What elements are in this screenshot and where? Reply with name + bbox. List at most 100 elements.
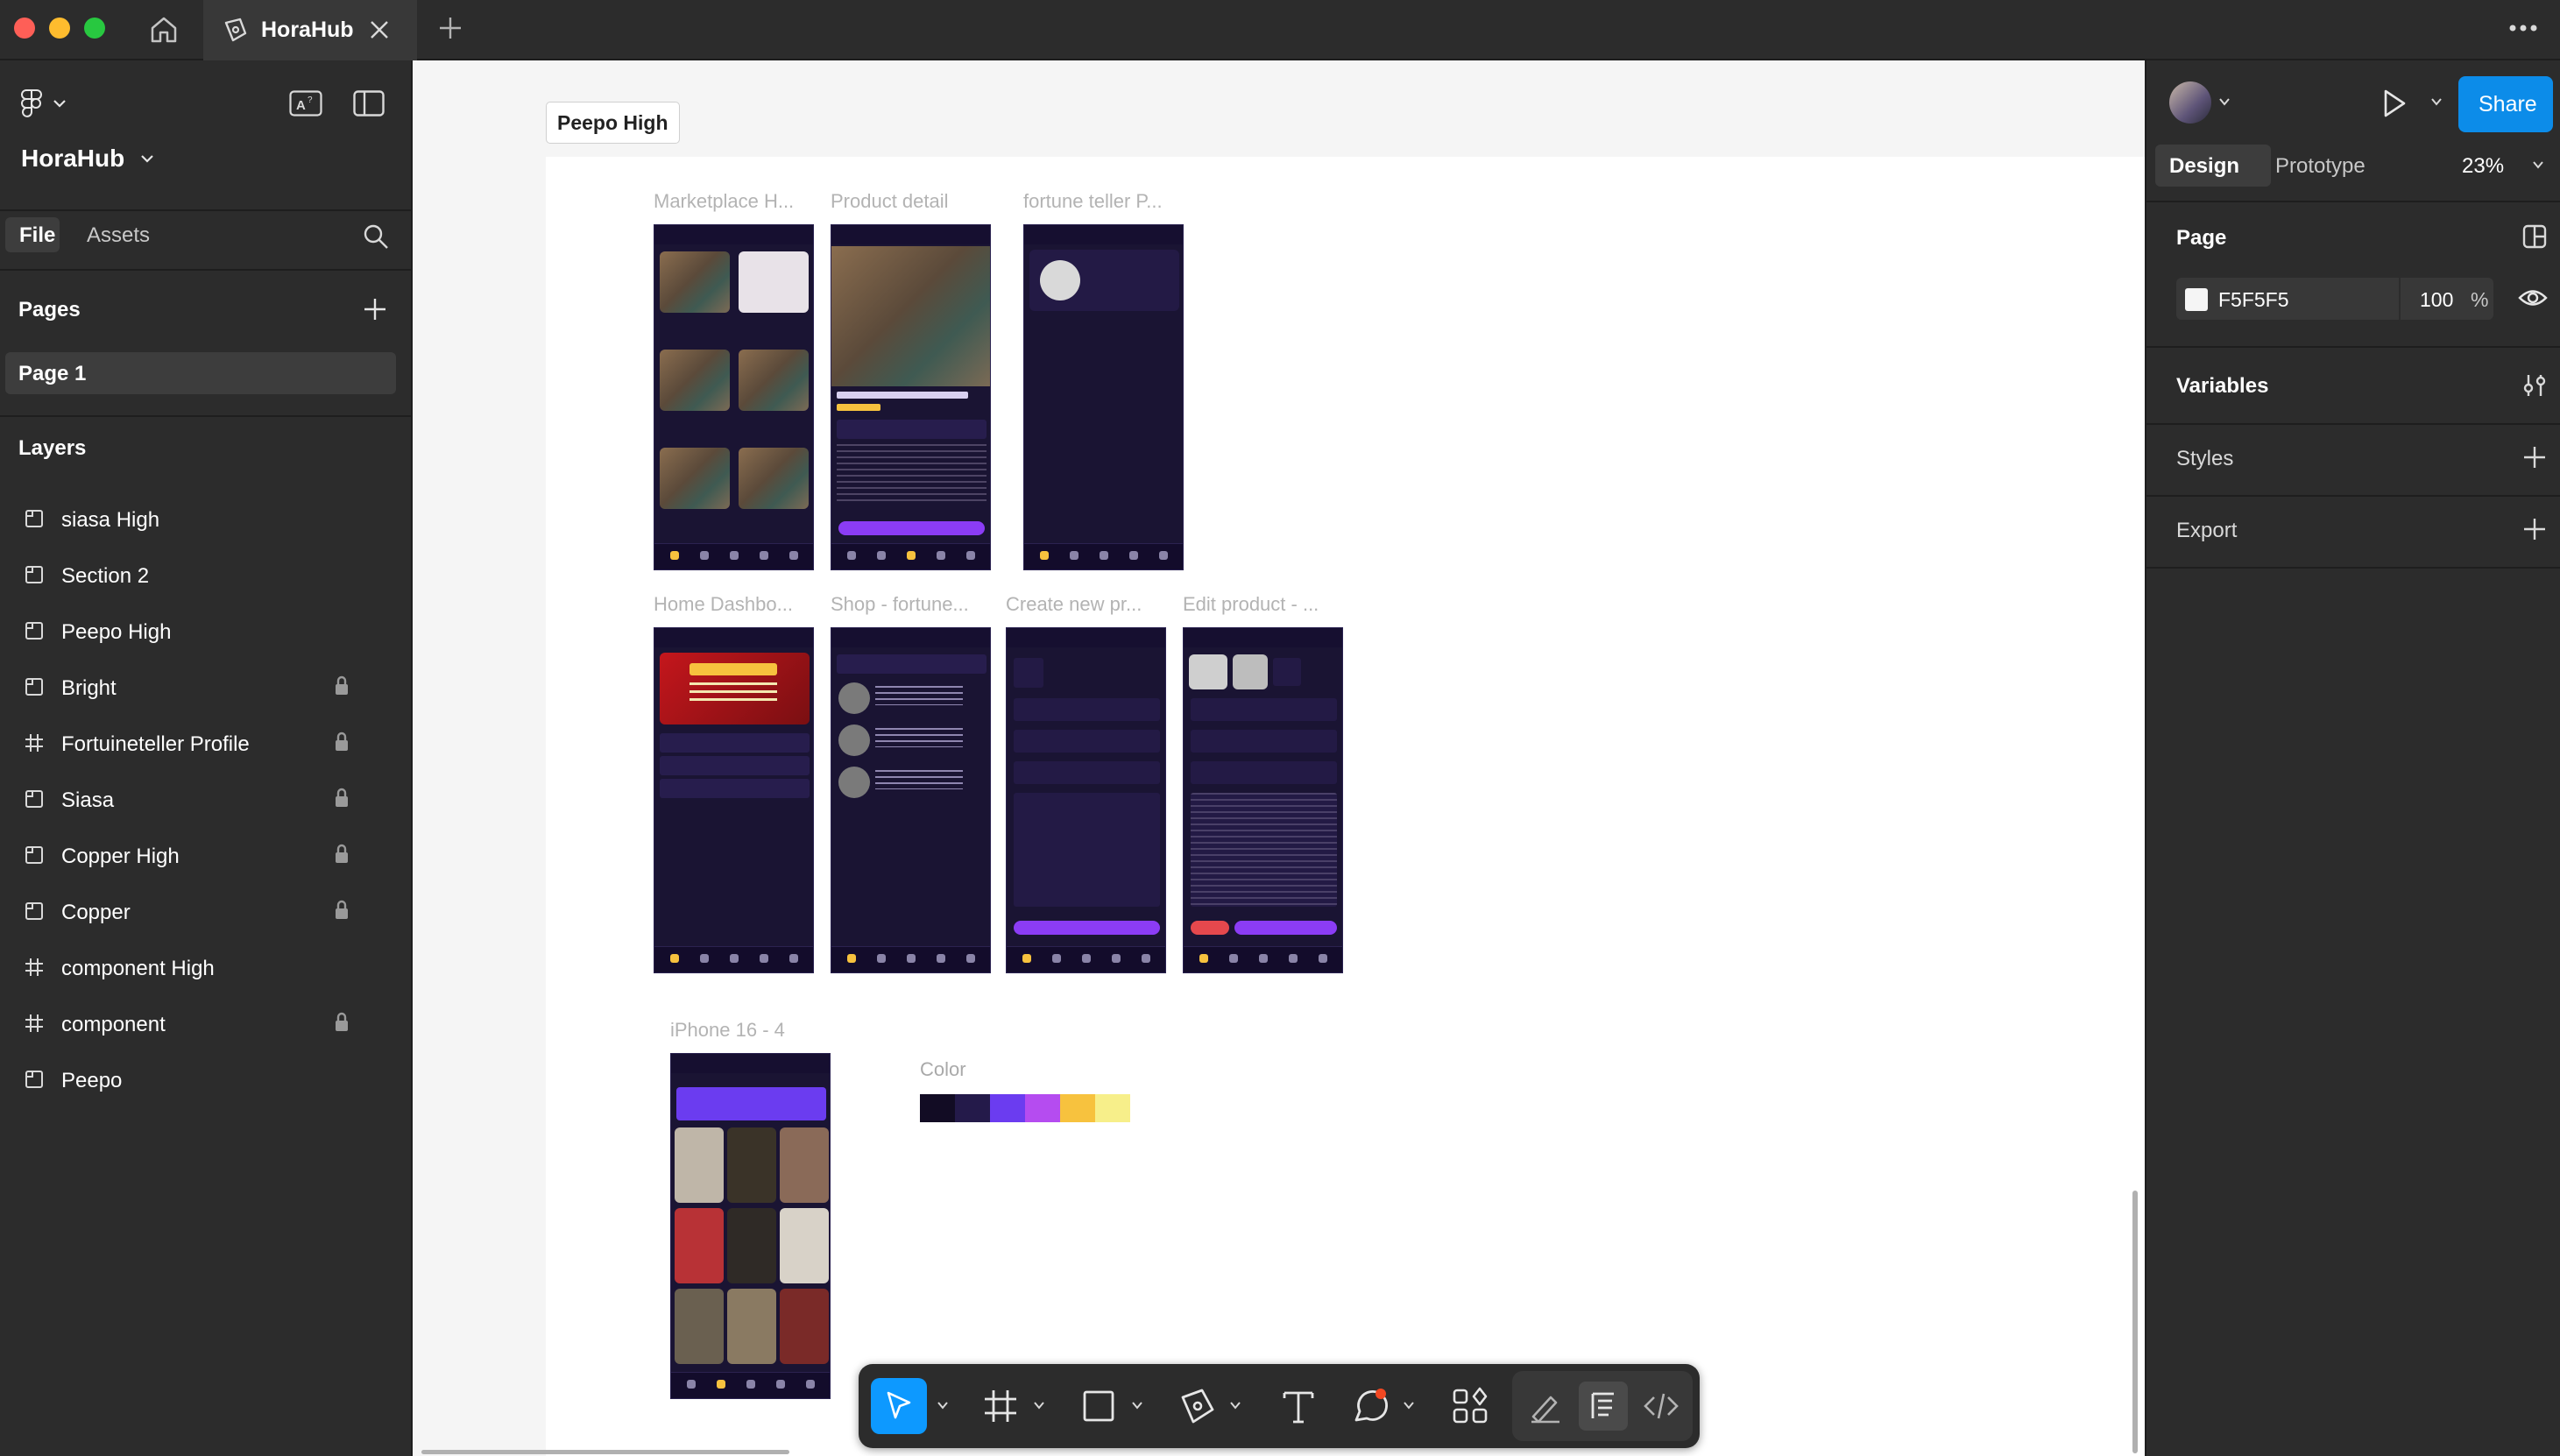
frame-title[interactable]: Home Dashbo...	[654, 593, 793, 616]
lock-icon[interactable]	[333, 844, 350, 865]
frame-title[interactable]: fortune teller P...	[1023, 190, 1163, 213]
pen-tool-icon[interactable]	[1176, 1385, 1218, 1427]
color-swatch[interactable]	[920, 1094, 955, 1122]
more-options-icon[interactable]	[2507, 23, 2539, 33]
horizontal-scrollbar[interactable]	[421, 1450, 789, 1454]
frame-title[interactable]: iPhone 16 - 4	[670, 1019, 785, 1042]
frame-title[interactable]: Create new pr...	[1006, 593, 1142, 616]
draw-mode-icon[interactable]	[1524, 1385, 1566, 1427]
add-style-icon[interactable]	[2523, 446, 2546, 469]
page-item-page-1[interactable]: Page 1	[5, 352, 396, 394]
lock-icon[interactable]	[333, 1012, 350, 1033]
eye-icon[interactable]	[2518, 286, 2548, 309]
new-tab-icon[interactable]	[438, 16, 463, 40]
color-swatch[interactable]	[2185, 288, 2208, 311]
chevron-down-icon[interactable]	[1403, 1401, 1415, 1410]
layer-item[interactable]: Bright	[0, 663, 411, 712]
layer-item[interactable]: component High	[0, 944, 411, 993]
frame-home-dashboard[interactable]	[654, 627, 814, 973]
opacity-value[interactable]: 100	[2420, 288, 2453, 312]
chevron-down-icon[interactable]	[1131, 1401, 1143, 1410]
present-play-icon[interactable]	[2381, 88, 2408, 118]
layer-item[interactable]: siasa High	[0, 495, 411, 544]
add-page-icon[interactable]	[363, 297, 387, 322]
home-icon[interactable]	[149, 16, 179, 44]
color-palette[interactable]	[920, 1094, 1130, 1122]
lock-icon[interactable]	[333, 900, 350, 921]
frame-create-new-product[interactable]	[1006, 627, 1166, 973]
layer-item[interactable]: Copper High	[0, 831, 411, 880]
frame-title[interactable]: Edit product - ...	[1183, 593, 1319, 616]
layer-item[interactable]: component	[0, 1000, 411, 1049]
add-export-icon[interactable]	[2523, 518, 2546, 541]
layer-item[interactable]: Peepo High	[0, 607, 411, 656]
chevron-down-icon[interactable]	[937, 1401, 949, 1410]
design-mode-button[interactable]	[1579, 1382, 1628, 1431]
file-name[interactable]: HoraHub	[21, 145, 124, 173]
color-frame-title[interactable]: Color	[920, 1058, 966, 1081]
sidebar-toggle-icon[interactable]	[353, 90, 385, 117]
layer-item[interactable]: Siasa	[0, 775, 411, 824]
layer-item[interactable]: Section 2	[0, 551, 411, 600]
chevron-down-icon[interactable]	[140, 153, 154, 164]
tab-file[interactable]: File	[5, 217, 60, 252]
frame-marketplace[interactable]	[654, 224, 814, 570]
lock-icon[interactable]	[333, 675, 350, 696]
ui3-text-icon[interactable]: A ?	[289, 90, 322, 117]
layer-label: Fortuineteller Profile	[61, 732, 250, 756]
comment-tool-icon[interactable]	[1349, 1385, 1391, 1427]
layer-item[interactable]: Peepo	[0, 1056, 411, 1105]
lock-icon[interactable]	[333, 788, 350, 809]
dev-mode-icon[interactable]	[1640, 1385, 1682, 1427]
color-swatch[interactable]	[1095, 1094, 1130, 1122]
page-color-field[interactable]: F5F5F5 100 %	[2176, 278, 2493, 320]
close-window-button[interactable]	[14, 18, 35, 39]
frame-title[interactable]: Shop - fortune...	[831, 593, 969, 616]
color-swatch[interactable]	[1025, 1094, 1060, 1122]
color-swatch[interactable]	[990, 1094, 1025, 1122]
section-icon	[25, 622, 43, 640]
layer-label: siasa High	[61, 508, 160, 532]
frame-shop-fortune-teller[interactable]	[831, 627, 991, 973]
chevron-down-icon[interactable]	[2532, 160, 2544, 169]
page-styles-icon[interactable]	[2521, 223, 2548, 250]
actions-icon[interactable]	[1449, 1385, 1491, 1427]
zoom-level[interactable]: 23%	[2462, 154, 2504, 179]
frame-tool-icon[interactable]	[979, 1385, 1022, 1427]
color-swatch[interactable]	[1060, 1094, 1095, 1122]
frame-iphone-16-4[interactable]	[670, 1053, 831, 1399]
frame-fortune-teller-profile[interactable]	[1023, 224, 1184, 570]
canvas[interactable]: Peepo High Marketplace H... Product deta…	[413, 60, 2145, 1456]
tab-assets[interactable]: Assets	[87, 223, 150, 248]
chevron-down-icon[interactable]	[2218, 97, 2231, 106]
layer-label: Section 2	[61, 564, 150, 588]
color-swatch[interactable]	[955, 1094, 990, 1122]
frame-title[interactable]: Product detail	[831, 190, 949, 213]
frame-product-detail[interactable]	[831, 224, 991, 570]
vertical-scrollbar[interactable]	[2132, 1191, 2138, 1453]
tab-design[interactable]: Design	[2155, 145, 2271, 187]
layer-item[interactable]: Copper	[0, 887, 411, 937]
move-tool-button[interactable]	[871, 1378, 927, 1434]
chevron-down-icon[interactable]	[53, 98, 67, 109]
chevron-down-icon[interactable]	[1033, 1401, 1045, 1410]
maximize-window-button[interactable]	[84, 18, 105, 39]
share-button[interactable]: Share	[2458, 76, 2553, 132]
variables-settings-icon[interactable]	[2521, 372, 2548, 399]
avatar[interactable]	[2169, 81, 2211, 124]
frame-edit-product[interactable]	[1183, 627, 1343, 973]
tab-prototype[interactable]: Prototype	[2275, 154, 2366, 179]
tab-horahub[interactable]: HoraHub	[203, 0, 417, 60]
search-icon[interactable]	[363, 223, 389, 250]
lock-icon[interactable]	[333, 732, 350, 753]
text-tool-icon[interactable]	[1277, 1385, 1319, 1427]
rectangle-tool-icon[interactable]	[1078, 1385, 1120, 1427]
figma-menu-icon[interactable]	[21, 88, 42, 118]
close-tab-icon[interactable]	[368, 18, 391, 41]
chevron-down-icon[interactable]	[2430, 97, 2443, 106]
frame-title[interactable]: Marketplace H...	[654, 190, 794, 213]
layer-item[interactable]: Fortuineteller Profile	[0, 719, 411, 768]
chevron-down-icon[interactable]	[1229, 1401, 1241, 1410]
section-label[interactable]: Peepo High	[546, 102, 680, 144]
minimize-window-button[interactable]	[49, 18, 70, 39]
